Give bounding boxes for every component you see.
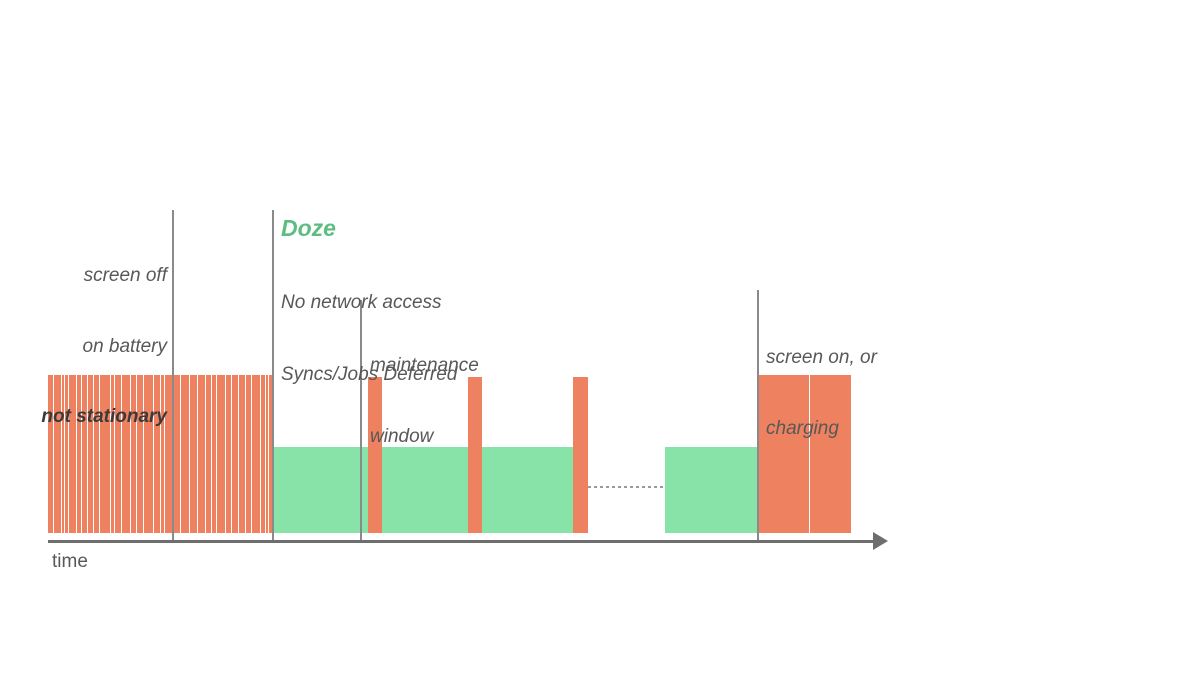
time-axis-line — [48, 540, 873, 543]
time-axis-label: time — [52, 551, 88, 572]
annotation-screen-on-charging: screen on, or charging — [766, 299, 877, 487]
activity-bar — [200, 375, 206, 533]
annotation-screen-off: screen off on battery not stationary — [0, 217, 167, 476]
activity-bar — [231, 375, 238, 533]
time-axis-arrowhead — [873, 532, 888, 550]
divider-doze-end — [757, 290, 759, 540]
activity-bar — [220, 375, 226, 533]
diagram-canvas: time screen off on battery not stationar… — [0, 0, 1200, 675]
activity-bar — [187, 375, 190, 533]
annotation-screen-on-line1: screen on, or — [766, 347, 877, 368]
activity-bar — [245, 375, 249, 533]
annotation-maintenance-window: maintenance window — [370, 307, 479, 495]
annotation-screen-off-line2: on battery — [82, 335, 168, 357]
activity-bar — [209, 375, 212, 533]
activity-bar — [216, 375, 220, 533]
maintenance-window-bar-3 — [573, 377, 588, 533]
activity-bar — [261, 375, 265, 533]
activity-bar — [265, 375, 268, 533]
annotation-maintenance-window-line2: window — [370, 425, 434, 447]
activity-bar — [257, 375, 261, 533]
activity-bar — [180, 375, 187, 533]
annotation-not-stationary: not stationary — [41, 406, 167, 427]
activity-bar — [251, 375, 257, 533]
divider-doze-start — [272, 210, 274, 540]
activity-bar — [193, 375, 198, 533]
activity-bar — [228, 375, 232, 533]
activity-bar — [241, 375, 246, 533]
doze-block-2 — [665, 447, 757, 533]
divider-screen-off-boundary — [172, 210, 174, 540]
annotation-screen-off-line1: screen off — [83, 265, 167, 286]
annotation-maintenance-window-line1: maintenance — [370, 355, 479, 376]
elision-dotted-line — [588, 486, 666, 488]
annotation-charging-line2: charging — [766, 417, 839, 439]
doze-title: Doze — [281, 215, 336, 241]
